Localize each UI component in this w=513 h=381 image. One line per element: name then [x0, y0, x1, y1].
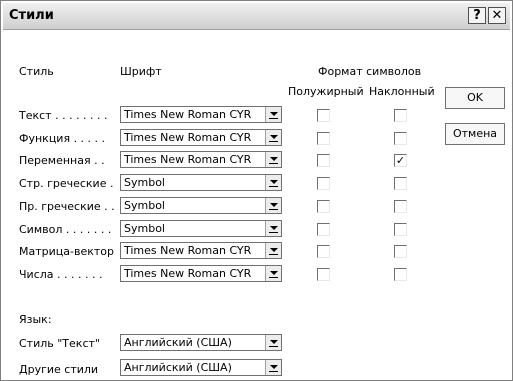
font-select[interactable]: Times New Roman CYR [120, 242, 282, 259]
font-select-value: Times New Roman CYR [124, 267, 252, 280]
font-select-value: Times New Roman CYR [124, 244, 252, 257]
other-styles-language-value: Английский (США) [124, 361, 232, 374]
chevron-down-icon[interactable] [265, 221, 281, 236]
italic-checkbox[interactable] [394, 200, 407, 213]
font-select-value: Symbol [124, 199, 165, 212]
text-style-language-label: Стиль "Текст" [19, 337, 100, 350]
style-row-label: Матрица-вектор [19, 245, 114, 258]
text-style-language-value: Английский (США) [124, 336, 232, 349]
other-styles-language-label: Другие стили [19, 363, 99, 376]
font-select-value: Times New Roman CYR [124, 131, 252, 144]
style-row-label: Символ . . . . . . . [19, 223, 112, 236]
style-column-header: Стиль [19, 65, 54, 78]
style-row-label: Стр. греческие . [19, 177, 114, 190]
chevron-down-icon[interactable] [265, 130, 281, 145]
style-row-label: Текст . . . . . . . . [19, 109, 108, 122]
italic-checkbox[interactable] [394, 245, 407, 258]
bold-column-header: Полужирный [288, 85, 364, 98]
bold-checkbox[interactable] [317, 109, 330, 122]
bold-checkbox[interactable] [317, 223, 330, 236]
font-select-value: Symbol [124, 176, 165, 189]
bold-checkbox[interactable] [317, 200, 330, 213]
font-select-value: Symbol [124, 222, 165, 235]
chevron-down-icon[interactable] [265, 175, 281, 190]
close-icon[interactable]: ✕ [488, 7, 506, 24]
font-select[interactable]: Symbol [120, 197, 282, 214]
bold-checkbox[interactable] [317, 154, 330, 167]
chevron-down-icon[interactable] [265, 152, 281, 167]
dialog-title: Стили [9, 8, 54, 23]
cancel-button[interactable]: Отмена [445, 123, 505, 145]
italic-checkbox[interactable] [394, 132, 407, 145]
chevron-down-icon[interactable] [265, 360, 281, 375]
styles-dialog: Стили ? ✕ Стиль Шрифт Формат символов По… [0, 0, 513, 381]
help-icon[interactable]: ? [468, 7, 486, 24]
bold-checkbox[interactable] [317, 177, 330, 190]
italic-column-header: Наклонный [369, 85, 435, 98]
font-select-value: Times New Roman CYR [124, 108, 252, 121]
style-row-label: Функция . . . . . [19, 132, 106, 145]
style-row-label: Пр. греческие . . [19, 200, 115, 213]
chevron-down-icon[interactable] [265, 107, 281, 122]
bold-checkbox[interactable] [317, 132, 330, 145]
style-row-label: Переменная . . [19, 154, 105, 167]
chevron-down-icon[interactable] [265, 198, 281, 213]
font-select[interactable]: Times New Roman CYR [120, 265, 282, 282]
chevron-down-icon[interactable] [265, 243, 281, 258]
font-select[interactable]: Times New Roman CYR [120, 151, 282, 168]
italic-checkbox[interactable] [394, 177, 407, 190]
bold-checkbox[interactable] [317, 245, 330, 258]
other-styles-language-select[interactable]: Английский (США) [120, 359, 282, 376]
style-row-label: Числа . . . . . . . [19, 268, 103, 281]
italic-checkbox[interactable] [394, 268, 407, 281]
chevron-down-icon[interactable] [265, 335, 281, 350]
italic-checkbox[interactable] [394, 109, 407, 122]
italic-checkbox[interactable]: ✓ [394, 154, 407, 167]
ok-button[interactable]: OK [445, 87, 505, 109]
chevron-down-icon[interactable] [265, 266, 281, 281]
font-select[interactable]: Symbol [120, 174, 282, 191]
title-bar[interactable]: Стили ? ✕ [3, 3, 510, 30]
text-style-language-select[interactable]: Английский (США) [120, 334, 282, 351]
font-select-value: Times New Roman CYR [124, 153, 252, 166]
font-select[interactable]: Times New Roman CYR [120, 106, 282, 123]
font-select[interactable]: Times New Roman CYR [120, 129, 282, 146]
bold-checkbox[interactable] [317, 268, 330, 281]
italic-checkbox[interactable] [394, 223, 407, 236]
font-column-header: Шрифт [120, 65, 162, 78]
format-column-header: Формат символов [318, 65, 422, 78]
font-select[interactable]: Symbol [120, 220, 282, 237]
language-header: Язык: [19, 313, 52, 326]
